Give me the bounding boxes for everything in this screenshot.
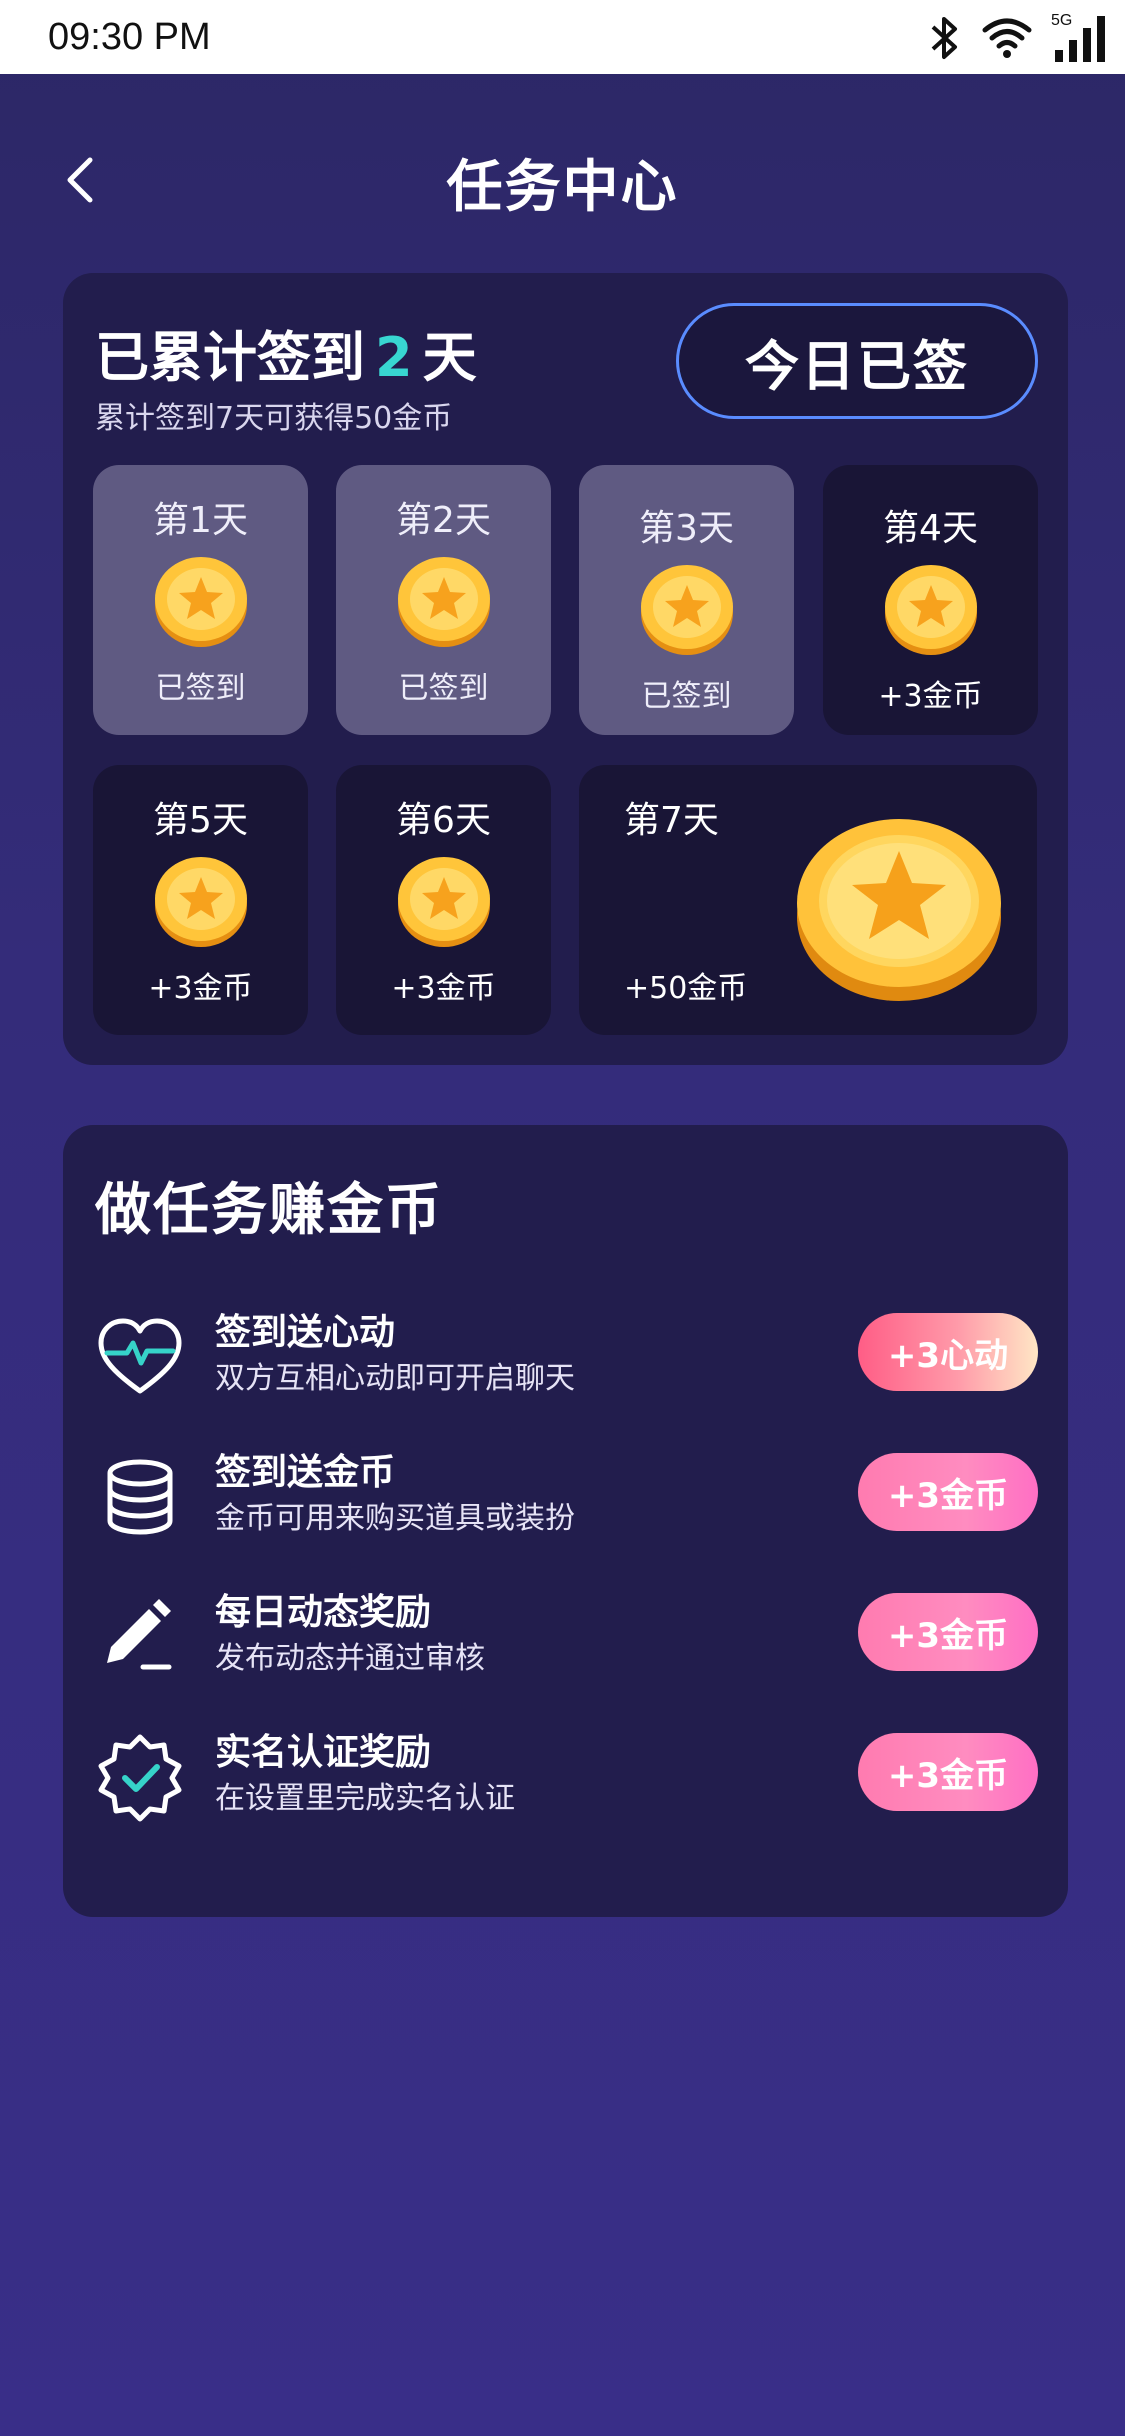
coin-icon: [885, 565, 977, 655]
day-card-grand-prize: 第7天 +50金币: [579, 765, 1037, 1035]
task-reward-button[interactable]: +3心动: [858, 1313, 1038, 1391]
task-description: 双方互相心动即可开启聊天: [215, 1361, 575, 1396]
coin-icon: [155, 857, 247, 947]
day-reward: 已签到: [398, 671, 489, 706]
day-reward: +3金币: [148, 971, 253, 1006]
coin-icon: [641, 565, 733, 655]
task-name: 实名认证奖励: [215, 1732, 432, 1773]
tasks-title: 做任务赚金币: [95, 1178, 443, 1243]
day-label: 第1天: [153, 500, 248, 541]
day-card: 第3天 已签到: [579, 465, 794, 735]
day-reward: 已签到: [155, 671, 246, 706]
cellular-signal-icon: 5G: [1051, 12, 1113, 64]
status-icons: 5G: [927, 12, 1113, 64]
task-description: 金币可用来购买道具或装扮: [215, 1501, 575, 1536]
day-card: 第2天 已签到: [336, 465, 551, 735]
task-description: 在设置里完成实名认证: [215, 1781, 515, 1816]
heart-pulse-icon: [98, 1318, 182, 1394]
coin-icon: [398, 557, 490, 647]
day-label: 第3天: [639, 508, 734, 549]
task-reward-button[interactable]: +3金币: [858, 1593, 1038, 1671]
task-row: 签到送金币 金币可用来购买道具或装扮 +3金币: [63, 1435, 1068, 1555]
task-row: 签到送心动 双方互相心动即可开启聊天 +3心动: [63, 1295, 1068, 1415]
task-reward-button[interactable]: +3金币: [858, 1733, 1038, 1811]
day-reward: 已签到: [641, 679, 732, 714]
day-label: 第7天: [624, 800, 719, 841]
task-row: 每日动态奖励 发布动态并通过审核 +3金币: [63, 1575, 1068, 1695]
signin-count: 2: [375, 326, 413, 389]
task-name: 签到送金币: [215, 1452, 396, 1493]
task-reward-button[interactable]: +3金币: [858, 1453, 1038, 1531]
day-label: 第4天: [883, 508, 978, 549]
task-name: 签到送心动: [215, 1312, 396, 1353]
signin-card: 已累计签到 2 天 累计签到7天可获得50金币 今日已签 第1天 已签到 第2天 已…: [63, 273, 1068, 1065]
day-card: 第6天 +3金币: [336, 765, 551, 1035]
day-card: 第4天 +3金币: [823, 465, 1038, 735]
verified-badge-icon: [98, 1734, 182, 1822]
summary-suffix: 天: [422, 326, 477, 389]
coin-icon: [398, 857, 490, 947]
signin-summary: 已累计签到 2 天: [95, 313, 477, 392]
task-row: 实名认证奖励 在设置里完成实名认证 +3金币: [63, 1715, 1068, 1835]
signin-subtitle: 累计签到7天可获得50金币: [95, 401, 453, 436]
summary-prefix: 已累计签到: [95, 326, 365, 389]
task-description: 发布动态并通过审核: [215, 1641, 485, 1676]
big-coin-icon: [797, 819, 1001, 1001]
day-reward: +3金币: [878, 679, 983, 714]
day-reward: +3金币: [391, 971, 496, 1006]
task-name: 每日动态奖励: [215, 1592, 432, 1633]
pencil-icon: [107, 1599, 172, 1670]
status-bar: 09:30 PM 5G: [0, 0, 1125, 74]
day-reward: +50金币: [624, 971, 748, 1006]
coin-stack-icon: [107, 1459, 173, 1535]
tasks-card: 做任务赚金币 签到送心动 双方互相心动即可开启聊天 +3心动 签到送金币 金币可…: [63, 1125, 1068, 1917]
day-card: 第5天 +3金币: [93, 765, 308, 1035]
coin-icon: [155, 557, 247, 647]
day-label: 第5天: [153, 800, 248, 841]
day-label: 第6天: [396, 800, 491, 841]
wifi-icon: [982, 18, 1032, 58]
signed-today-button[interactable]: 今日已签: [676, 303, 1038, 419]
page-header: 任务中心: [0, 130, 1125, 230]
page-title: 任务中心: [446, 155, 679, 220]
status-time: 09:30 PM: [48, 16, 211, 58]
day-label: 第2天: [396, 500, 491, 541]
bluetooth-icon: [931, 17, 957, 59]
day-card: 第1天 已签到: [93, 465, 308, 735]
